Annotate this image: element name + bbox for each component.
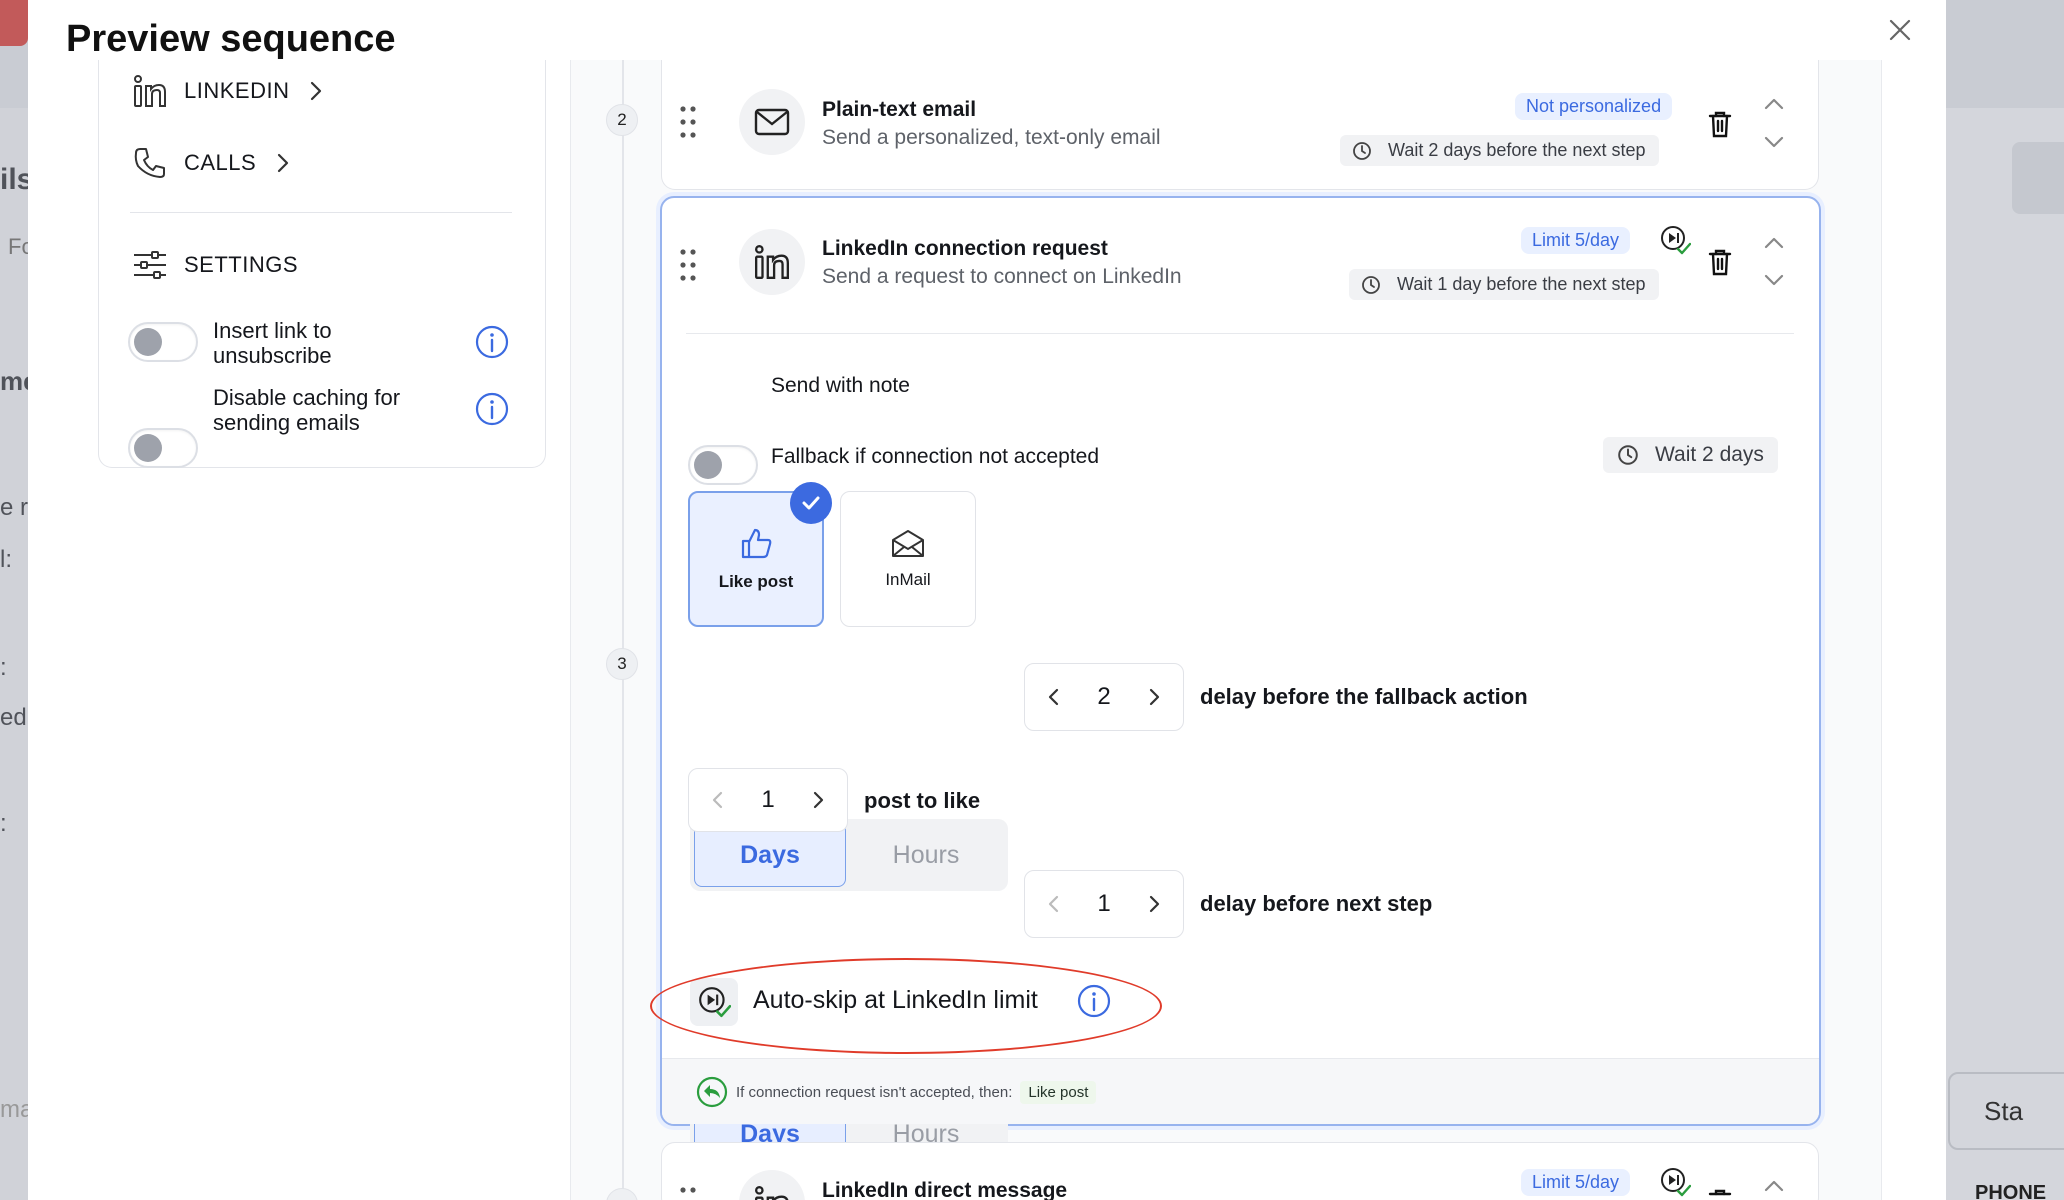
sidebar-item-calls[interactable]: CALLS (132, 146, 294, 180)
background-right-button (2012, 142, 2064, 214)
step-type-icon (739, 229, 805, 295)
linkedin-icon (755, 245, 789, 279)
drag-handle-icon[interactable] (679, 248, 697, 282)
timeline-line (622, 60, 624, 1200)
move-down-icon[interactable] (1762, 130, 1786, 154)
chevron-right-icon (278, 153, 289, 173)
chevron-right-icon[interactable] (1145, 687, 1163, 707)
auto-skip-icon (1661, 226, 1691, 255)
stepper-value[interactable]: 2 (1097, 683, 1110, 711)
reply-icon (696, 1076, 728, 1108)
linkedin-icon (755, 1186, 789, 1200)
send-with-note-label: Send with note (771, 374, 910, 397)
limit-badge: Limit 5/day (1521, 1169, 1631, 1196)
close-icon (1889, 19, 1911, 41)
step-title: LinkedIn direct message (822, 1179, 1068, 1200)
clock-icon (1618, 445, 1638, 465)
card-divider (686, 333, 1794, 334)
background-fragment: : (0, 654, 7, 681)
step-title: Plain-text email (822, 98, 977, 121)
fallback-label: Fallback if connection not accepted (771, 445, 1100, 468)
open-envelope-icon (892, 530, 924, 557)
settings-label: SETTINGS (184, 252, 299, 277)
chevron-right-icon (311, 81, 322, 101)
check-icon (802, 496, 820, 510)
background-red-tab (0, 0, 28, 46)
clock-icon (1362, 275, 1380, 294)
wait-pill: Wait 2 days before the next step (1340, 135, 1660, 166)
sidebar-divider (130, 212, 512, 213)
phone-icon (134, 148, 165, 178)
chevron-left-icon[interactable] (709, 790, 727, 810)
stepper-value[interactable]: 1 (1097, 890, 1110, 918)
unsubscribe-info-button[interactable] (475, 325, 509, 364)
chevron-left-icon[interactable] (1045, 894, 1063, 914)
delete-icon[interactable] (1707, 248, 1733, 276)
background-start-button: Sta (1948, 1072, 2064, 1150)
unsubscribe-toggle-label: Insert link to unsubscribe (213, 318, 332, 368)
sidebar-item-linkedin[interactable]: LINKEDIN (132, 74, 327, 108)
chevron-right-icon[interactable] (809, 790, 827, 810)
unsubscribe-link-toggle[interactable] (128, 322, 198, 362)
selected-check-badge (790, 482, 832, 524)
drag-handle-icon[interactable] (679, 1186, 697, 1200)
auto-skip-icon (1661, 1168, 1691, 1197)
disable-caching-label: Disable caching for sending emails (213, 385, 401, 435)
modal-title: Preview sequence (66, 18, 396, 60)
sidebar-settings-heading: SETTINGS (132, 250, 298, 280)
move-up-icon[interactable] (1762, 1174, 1786, 1198)
background-start-label: Sta (1984, 1096, 2024, 1126)
action-inmail[interactable]: InMail (840, 491, 976, 627)
days-option[interactable]: Days (694, 823, 846, 887)
envelope-icon (754, 108, 790, 136)
fallback-summary: If connection request isn't accepted, th… (696, 1076, 1097, 1108)
step-number: 2 (606, 104, 638, 136)
sidebar-item-label: CALLS (184, 150, 257, 175)
thumbs-up-icon (741, 528, 772, 559)
posts-to-like-stepper: 1 (688, 768, 848, 832)
chevron-left-icon[interactable] (1045, 687, 1063, 707)
stepper-value[interactable]: 1 (761, 786, 774, 814)
delete-icon[interactable] (1707, 1188, 1733, 1200)
linkedin-icon (134, 75, 166, 107)
step-subtitle: Send a personalized, text-only email (822, 126, 1161, 149)
move-down-icon[interactable] (1762, 268, 1786, 292)
annotation-circle (650, 958, 1162, 1054)
limit-badge: Limit 5/day (1521, 227, 1631, 254)
posts-to-like-label: post to like (864, 788, 981, 813)
sliders-icon (134, 251, 166, 279)
move-up-icon[interactable] (1762, 231, 1786, 255)
clock-icon (1353, 141, 1371, 160)
info-icon (475, 392, 509, 426)
background-fragment: l: (0, 546, 12, 573)
fallback-wait-pill: Wait 2 days (1603, 437, 1778, 473)
step-card-plain-text-email[interactable] (661, 60, 1819, 190)
background-fragment: : (0, 810, 7, 837)
step-type-icon (739, 89, 805, 155)
fallback-tag: Like post (1020, 1080, 1097, 1104)
sidebar-item-label: LINKEDIN (184, 78, 290, 103)
background-fragment: ed (0, 704, 27, 731)
disable-caching-toggle[interactable] (128, 428, 198, 468)
drag-handle-icon[interactable] (679, 105, 697, 139)
next-delay-label: delay before next step (1200, 891, 1433, 916)
personalization-badge: Not personalized (1515, 93, 1673, 120)
close-button[interactable] (1882, 12, 1918, 48)
info-icon (475, 325, 509, 359)
disable-caching-info-button[interactable] (475, 392, 509, 431)
fallback-delay-stepper: 2 (1024, 663, 1184, 731)
delete-icon[interactable] (1707, 110, 1733, 138)
hours-option[interactable]: Hours (850, 823, 1002, 887)
step-subtitle: Send a request to connect on LinkedIn (822, 265, 1182, 288)
fallback-delay-label: delay before the fallback action (1200, 684, 1528, 709)
background-column-header: PHONE N (1975, 1182, 2047, 1200)
step-number: 3 (606, 648, 638, 680)
move-up-icon[interactable] (1762, 92, 1786, 116)
step-title: LinkedIn connection request (822, 237, 1108, 260)
chevron-right-icon[interactable] (1145, 894, 1163, 914)
send-with-note-toggle[interactable] (688, 445, 758, 485)
wait-pill: Wait 1 day before the next step (1349, 269, 1660, 300)
next-delay-stepper: 1 (1024, 870, 1184, 938)
